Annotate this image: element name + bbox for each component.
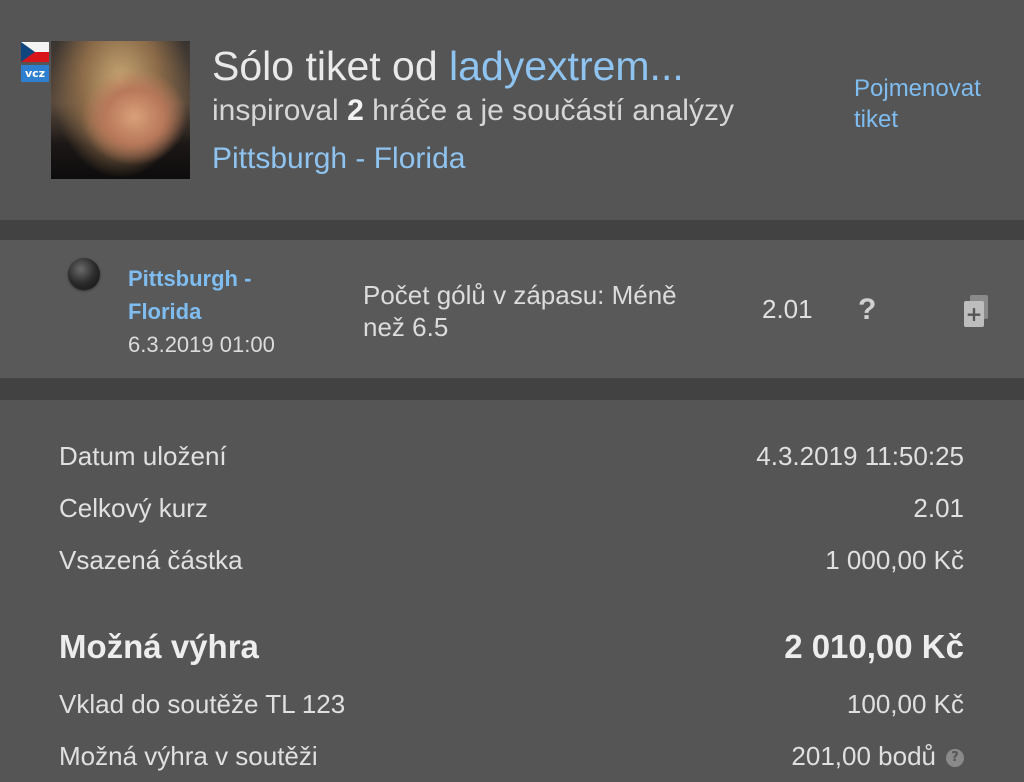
title-prefix: Sólo tiket od xyxy=(212,43,450,89)
summary-row-contest-win: Možná výhra v soutěži 201,00 bodů? xyxy=(59,736,964,776)
summary-row-possible-win: Možná výhra 2 010,00 Kč xyxy=(59,627,964,667)
bet-pick: Počet gólů v zápasu: Méně než 6.5 xyxy=(363,280,677,342)
username-link[interactable]: ladyextrem... xyxy=(449,43,684,89)
status-ball-icon xyxy=(68,258,100,290)
vcz-badge-icon: vcz xyxy=(21,65,49,82)
summary-label: Vsazená částka xyxy=(59,545,243,575)
event-datetime: 6.3.2019 01:00 xyxy=(128,332,275,357)
summary-row-saved: Datum uložení 4.3.2019 11:50:25 xyxy=(59,436,964,476)
user-avatar[interactable] xyxy=(51,41,190,179)
summary-value: 2 010,00 Kč xyxy=(784,628,964,665)
bet-odd: 2.01 xyxy=(762,294,813,324)
divider xyxy=(0,378,1024,400)
ticket-subtitle: inspiroval 2 hráče a je součástí analýzy xyxy=(212,92,734,130)
summary-row-contest-stake: Vklad do soutěže TL 123 100,00 Kč xyxy=(59,684,964,724)
contest-win-value: 201,00 bodů xyxy=(791,741,936,771)
ticket-title: Sólo tiket od ladyextrem... xyxy=(212,42,684,90)
summary-label: Možná výhra v soutěži xyxy=(59,741,318,771)
summary-row-total-odds: Celkový kurz 2.01 xyxy=(59,488,964,528)
rename-ticket-link[interactable]: Pojmenovat tiket xyxy=(854,73,1014,135)
summary-value: 201,00 bodů? xyxy=(791,736,964,776)
summary-label: Možná výhra xyxy=(59,628,259,665)
summary-row-stake: Vsazená částka 1 000,00 Kč xyxy=(59,540,964,580)
summary-label: Celkový kurz xyxy=(59,493,208,523)
question-icon[interactable]: ? xyxy=(858,293,876,327)
event-name-link[interactable]: Pittsburgh - Florida xyxy=(128,262,308,328)
match-link[interactable]: Pittsburgh - Florida xyxy=(212,140,465,178)
summary-label: Vklad do soutěže TL 123 xyxy=(59,689,346,719)
divider xyxy=(0,220,1024,240)
summary-value: 100,00 Kč xyxy=(846,689,964,719)
country-flag: vcz xyxy=(21,42,51,86)
summary-value: 2.01 xyxy=(913,493,964,523)
inspired-suffix: hráče a je součástí analýzy xyxy=(363,94,734,127)
add-to-ticket-icon[interactable]: + xyxy=(964,295,990,327)
inspired-prefix: inspiroval xyxy=(212,94,348,127)
summary-value: 1 000,00 Kč xyxy=(825,545,964,575)
czech-flag-icon xyxy=(21,42,49,62)
help-circle-icon[interactable]: ? xyxy=(946,749,964,768)
summary-value: 4.3.2019 11:50:25 xyxy=(756,441,964,471)
inspired-count: 2 xyxy=(347,94,364,127)
summary-label: Datum uložení xyxy=(59,441,227,471)
